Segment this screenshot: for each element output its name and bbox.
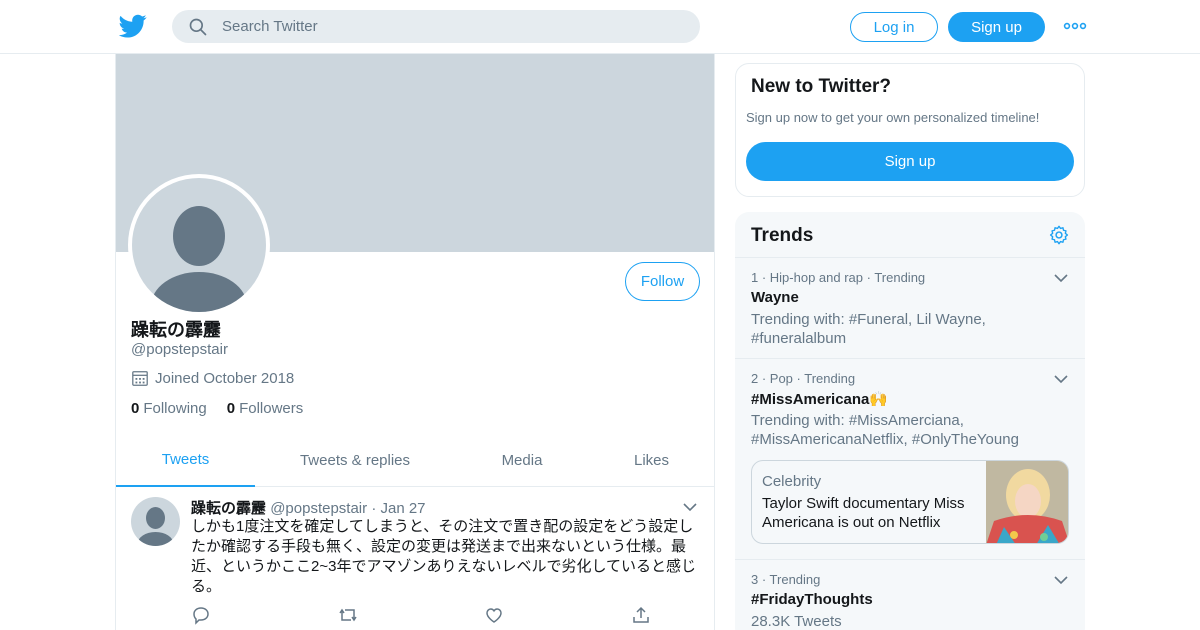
trend-description: 28.3K Tweets	[751, 613, 842, 630]
profile-avatar[interactable]	[128, 174, 270, 316]
followers-count: 0	[226, 400, 236, 417]
tweet-text: しかも1度注文を確定してしまうと、その注文で置き配の設定をどう設定したか確認する…	[191, 518, 696, 595]
trend-item[interactable]: 3 · Trending #FridayThoughts 28.3K Tweet…	[735, 560, 1085, 630]
signup-button[interactable]: Sign up	[948, 12, 1045, 42]
trend-meta: 3 · Trending	[751, 572, 821, 587]
profile-column: Follow 躁転の霹靂 @popstepstair Joined Octobe…	[115, 54, 715, 630]
twitter-bird-icon[interactable]	[119, 12, 147, 40]
reply-icon[interactable]	[191, 605, 211, 625]
tab-media[interactable]: Media	[455, 434, 589, 487]
card-headline: Taylor Swift documentary Miss Americana …	[762, 495, 965, 531]
search-input[interactable]	[222, 10, 682, 43]
login-button[interactable]: Log in	[850, 12, 938, 42]
trends-header: Trends	[735, 212, 1085, 258]
gear-icon[interactable]	[1048, 224, 1070, 246]
new-to-twitter-panel: New to Twitter? Sign up now to get your …	[735, 63, 1085, 197]
tab-tweets[interactable]: Tweets	[116, 434, 255, 487]
default-avatar-icon	[151, 206, 247, 312]
tab-likes[interactable]: Likes	[589, 434, 714, 487]
share-icon[interactable]	[631, 605, 651, 625]
like-icon[interactable]	[484, 605, 504, 625]
search-icon	[189, 18, 207, 36]
chevron-down-icon[interactable]	[1053, 270, 1069, 286]
follow-button[interactable]: Follow	[625, 262, 700, 301]
following-label: Following	[143, 400, 207, 417]
chevron-down-icon[interactable]	[682, 499, 698, 515]
tweet-header: 躁転の霹靂 @popstepstair · Jan 27	[191, 497, 426, 518]
trend-description: Trending with: #Funeral, Lil Wayne, #fun…	[751, 311, 986, 347]
trend-name: Wayne	[751, 289, 799, 306]
trend-name: #MissAmericana🙌	[751, 391, 889, 408]
tweet-avatar[interactable]	[131, 497, 180, 546]
profile-handle: @popstepstair	[131, 341, 228, 358]
card-category: Celebrity	[762, 473, 822, 490]
trend-item[interactable]: 1 · Hip-hop and rap · Trending Wayne Tre…	[735, 258, 1085, 359]
trend-description: Trending with: #MissAmerciana, #MissAmer…	[751, 412, 1019, 448]
trend-news-card[interactable]: Celebrity Taylor Swift documentary Miss …	[751, 460, 1069, 544]
follow-stats: 0 Following 0 Followers	[131, 400, 303, 417]
joined-text: Joined October 2018	[155, 369, 295, 387]
trend-meta: 2 · Pop · Trending	[751, 371, 856, 386]
trends-panel: Trends 1 · Hip-hop and rap · Trending Wa…	[735, 212, 1085, 630]
tweet-date[interactable]: Jan 27	[380, 500, 425, 517]
top-navigation-bar: Log in Sign up	[0, 0, 1200, 54]
tweet-item[interactable]: 躁転の霹靂 @popstepstair · Jan 27 しかも1度注文を確定し…	[116, 487, 714, 630]
followers-label: Followers	[239, 400, 304, 417]
chevron-down-icon[interactable]	[1053, 371, 1069, 387]
tweet-separator: ·	[371, 500, 377, 517]
card-thumbnail-image	[986, 461, 1068, 543]
tweet-actions	[191, 605, 651, 625]
default-avatar-icon	[137, 507, 174, 546]
tweet-author-handle[interactable]: @popstepstair	[270, 500, 367, 517]
tweet-author-name[interactable]: 躁転の霹靂	[191, 500, 266, 517]
new-to-twitter-title: New to Twitter?	[751, 76, 892, 97]
following-stat[interactable]: 0 Following	[131, 400, 207, 417]
profile-display-name: 躁転の霹靂	[131, 320, 221, 340]
calendar-icon	[132, 371, 148, 386]
trend-meta: 1 · Hip-hop and rap · Trending	[751, 270, 926, 285]
tab-tweets-replies[interactable]: Tweets & replies	[255, 434, 455, 487]
profile-tabs: Tweets Tweets & replies Media Likes	[116, 434, 714, 487]
retweet-icon[interactable]	[338, 605, 358, 625]
chevron-down-icon[interactable]	[1053, 572, 1069, 588]
more-dots-icon[interactable]	[1063, 16, 1087, 36]
followers-stat[interactable]: 0 Followers	[227, 400, 304, 417]
sidebar-signup-button[interactable]: Sign up	[746, 142, 1074, 181]
trend-item[interactable]: 2 · Pop · Trending #MissAmericana🙌 Trend…	[735, 359, 1085, 560]
search-bar[interactable]	[172, 10, 700, 43]
trends-title: Trends	[751, 225, 814, 246]
joined-date: Joined October 2018	[131, 369, 294, 387]
trend-name: #FridayThoughts	[751, 591, 873, 608]
following-count: 0	[131, 400, 140, 417]
new-to-twitter-subtitle: Sign up now to get your own personalized…	[746, 110, 1040, 125]
